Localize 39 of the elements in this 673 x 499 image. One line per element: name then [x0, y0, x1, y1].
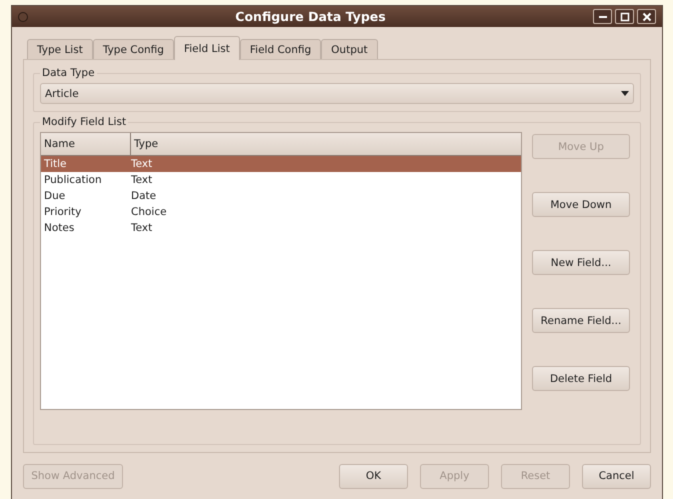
window-title: Configure Data Types	[234, 9, 387, 24]
table-cell: Choice	[131, 206, 167, 218]
field-action-button[interactable]: New Field...	[532, 250, 630, 275]
table-row[interactable]: Due Date	[41, 188, 521, 204]
dialog-button[interactable]: OK	[339, 464, 408, 488]
table-cell-text: Due	[43, 190, 66, 202]
tab[interactable]: Output	[321, 39, 378, 59]
table-cell: Text	[131, 222, 152, 234]
table-cell-text: Title	[43, 158, 68, 170]
table-row[interactable]: Notes Text	[41, 220, 521, 236]
field-action-button[interactable]: Move Down	[532, 192, 630, 217]
table-row[interactable]: Priority Choice	[41, 204, 521, 220]
table-cell: Text	[131, 158, 152, 170]
maximize-icon	[620, 12, 630, 22]
table-row[interactable]: Publication Text	[41, 172, 521, 188]
tab[interactable]: Type List	[27, 39, 93, 59]
field-action-button[interactable]: Rename Field...	[532, 308, 630, 333]
table-cell-text: Priority	[43, 206, 82, 218]
field-action-button[interactable]: Delete Field	[532, 366, 630, 391]
tab[interactable]: Field List	[174, 36, 240, 60]
table-cell-text: Notes	[43, 222, 76, 234]
close-button[interactable]	[637, 9, 656, 24]
table-cell: Text	[131, 174, 152, 186]
frame-label: Data Type	[41, 67, 96, 79]
table-cell: Date	[131, 190, 156, 202]
dropdown-arrow-icon	[621, 91, 629, 96]
column-header[interactable]: Name	[41, 133, 131, 155]
minimize-icon	[598, 16, 606, 18]
table-row[interactable]: Title Text	[41, 156, 521, 172]
table-cell-text: Publication	[43, 174, 103, 186]
tab[interactable]: Type Config	[92, 39, 174, 59]
dialog-button[interactable]: Cancel	[582, 464, 651, 488]
tab[interactable]: Field Config	[240, 39, 322, 59]
close-icon	[642, 12, 652, 22]
minimize-button[interactable]	[593, 9, 612, 24]
column-header[interactable]: Type	[131, 133, 162, 155]
data-type-dropdown[interactable]: Article	[40, 83, 634, 104]
frame-label: Modify Field List	[41, 116, 128, 128]
maximize-button[interactable]	[615, 9, 634, 24]
